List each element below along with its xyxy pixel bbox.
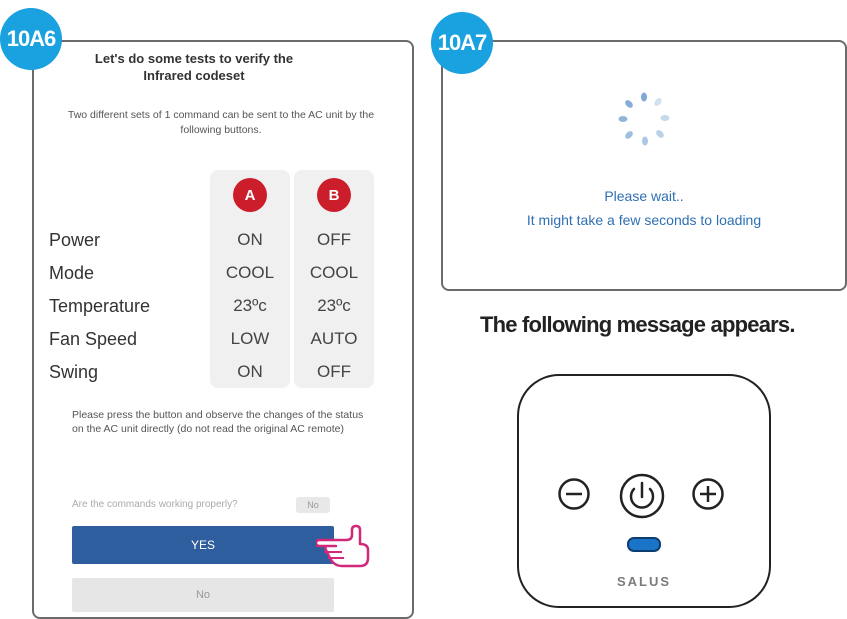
cell-a-fan-speed: LOW xyxy=(230,329,270,348)
cell-a-power: ON xyxy=(237,230,263,249)
step-badge-10a7: 10A7 xyxy=(431,12,493,74)
power-icon[interactable] xyxy=(618,472,666,520)
no-button[interactable]: No xyxy=(72,578,334,612)
yes-button[interactable]: YES xyxy=(72,526,334,564)
row-label-temperature: Temperature xyxy=(49,296,151,316)
please-wait-text: Please wait.. xyxy=(604,188,684,204)
cell-b-swing: OFF xyxy=(317,362,351,381)
brand-logo: SALUS xyxy=(616,574,672,589)
step-badge-10a6: 10A6 xyxy=(0,8,62,70)
row-label-swing: Swing xyxy=(49,362,99,382)
loading-spinner-icon xyxy=(618,92,670,146)
cell-b-power: OFF xyxy=(317,230,351,249)
thermostat-device: SALUS xyxy=(517,374,771,608)
cell-a-mode: COOL xyxy=(225,263,275,282)
row-label-mode: Mode xyxy=(49,263,95,283)
test-screen-description: Two different sets of 1 command can be s… xyxy=(67,109,375,136)
test-instructions: Please press the button and observe the … xyxy=(72,409,364,435)
minus-icon[interactable] xyxy=(557,477,591,511)
cell-a-swing: ON xyxy=(237,362,263,381)
command-b-button[interactable]: B xyxy=(317,178,351,212)
loading-hint-text: It might take a few seconds to loading xyxy=(526,212,762,228)
command-a-button[interactable]: A xyxy=(233,178,267,212)
message-heading: The following message appears. xyxy=(480,312,795,337)
row-label-fan-speed: Fan Speed xyxy=(49,329,138,349)
pointing-hand-icon xyxy=(316,524,370,568)
question-no-chip[interactable]: No xyxy=(296,497,330,513)
cell-a-temperature: 23ºc xyxy=(233,296,267,315)
row-label-power: Power xyxy=(49,230,101,250)
loading-screen: Please wait.. It might take a few second… xyxy=(441,40,847,291)
cell-b-temperature: 23ºc xyxy=(317,296,351,315)
plus-icon[interactable] xyxy=(691,477,725,511)
working-question: Are the commands working properly? xyxy=(72,499,238,510)
status-led xyxy=(627,537,661,552)
test-screen-title: Let's do some tests to verify the Infrar… xyxy=(94,51,294,83)
cell-b-mode: COOL xyxy=(309,263,359,282)
ir-test-screen: Let's do some tests to verify the Infrar… xyxy=(32,40,414,619)
cell-b-fan-speed: AUTO xyxy=(310,329,358,348)
